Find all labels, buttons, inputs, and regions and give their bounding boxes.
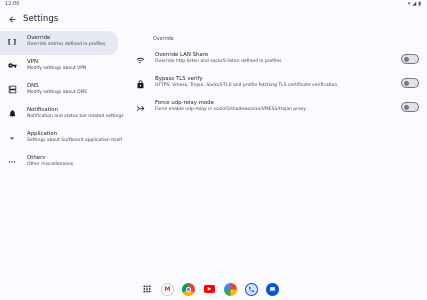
sidebar-item-title: Notification xyxy=(27,107,58,113)
sidebar-item-subtitle: Modify settings about VPN xyxy=(27,66,87,71)
bypass-tls-verify-toggle[interactable] xyxy=(401,78,419,88)
taskbar-dock: M ▶ xyxy=(140,282,279,296)
back-button[interactable] xyxy=(6,13,18,25)
wifi-icon xyxy=(135,56,145,66)
more-horizontal-icon: ··· xyxy=(8,158,16,166)
app-drawer-icon[interactable] xyxy=(140,283,153,296)
gmail-app-icon[interactable]: M xyxy=(161,282,174,296)
sidebar-item-override[interactable]: [ ] Override Override entries defined in… xyxy=(0,31,118,55)
youtube-app-icon[interactable]: ▶ xyxy=(203,283,216,296)
lock-icon xyxy=(135,80,145,90)
status-icons: ▾ ◢ ▮ xyxy=(408,1,421,7)
status-time: 12:00 xyxy=(5,1,20,7)
chrome-app-icon[interactable] xyxy=(182,282,195,296)
setting-subtitle: Override http-listen and socks5-listen d… xyxy=(155,59,282,64)
phone-app-icon[interactable] xyxy=(245,282,258,296)
toggle-knob xyxy=(404,104,409,110)
signal-icon: ◢ xyxy=(412,1,417,7)
relay-arrows-icon xyxy=(135,104,145,114)
sidebar-item-title: Application xyxy=(27,131,58,137)
setting-title: Override LAN Share xyxy=(155,52,209,58)
setting-force-udp-relay[interactable]: Force udp-relay mode Force enable udp-re… xyxy=(132,99,422,121)
brackets-icon: [ ] xyxy=(7,38,17,46)
setting-override-lan-share[interactable]: Override LAN Share Override http-listen … xyxy=(132,51,422,73)
top-app-bar: Settings xyxy=(0,10,427,28)
sidebar-item-others[interactable]: ··· Others Other miscellaneous xyxy=(0,151,118,175)
sidebar-item-title: Others xyxy=(27,155,46,161)
setting-subtitle: HTTPS, Vmess, Trojan, Socks5-TLS and pro… xyxy=(155,83,338,88)
sidebar-item-notification[interactable]: Notification Notification and status bar… xyxy=(0,103,124,127)
sidebar-item-title: VPN xyxy=(27,59,38,65)
bell-icon xyxy=(7,109,17,119)
messages-app-icon[interactable] xyxy=(266,282,279,296)
wifi-icon: ▾ xyxy=(407,1,411,7)
page-title: Settings xyxy=(23,14,59,24)
photos-app-icon[interactable] xyxy=(224,282,237,296)
sidebar-item-vpn[interactable]: VPN Modify settings about VPN xyxy=(0,55,118,79)
setting-title: Force udp-relay mode xyxy=(155,100,214,106)
section-label: Override xyxy=(153,37,174,42)
sidebar-item-subtitle: Override entries defined in profiles xyxy=(27,42,106,47)
sidebar-item-subtitle: Modify settings about DNS xyxy=(27,90,87,95)
setting-title: Bypass TLS verify xyxy=(155,76,203,82)
chrome-center xyxy=(186,286,191,292)
sidebar-item-dns[interactable]: DNS Modify settings about DNS xyxy=(0,79,118,103)
status-bar: 12:00 ▾ ◢ ▮ xyxy=(0,0,427,10)
toggle-knob xyxy=(404,80,409,86)
sidebar-item-title: DNS xyxy=(27,83,39,89)
setting-bypass-tls-verify[interactable]: Bypass TLS verify HTTPS, Vmess, Trojan, … xyxy=(132,75,422,97)
double-chevron-right-icon: » xyxy=(9,134,15,142)
sidebar-item-subtitle: Settings about Surfboard application its… xyxy=(27,138,123,143)
sidebar-item-subtitle: Other miscellaneous xyxy=(27,162,74,167)
settings-sidebar: [ ] Override Override entries defined in… xyxy=(0,31,124,175)
sidebar-item-application[interactable]: » Application Settings about Surfboard a… xyxy=(0,127,122,151)
battery-icon: ▮ xyxy=(418,1,421,7)
override-lan-share-toggle[interactable] xyxy=(401,54,419,64)
force-udp-relay-toggle[interactable] xyxy=(401,102,419,112)
youtube-play: ▶ xyxy=(204,285,215,293)
sidebar-item-subtitle: Notification and status bar related sett… xyxy=(27,114,124,119)
sidebar-item-title: Override xyxy=(27,35,51,41)
arrow-back-icon xyxy=(9,16,15,22)
key-icon xyxy=(7,61,17,71)
dns-icon xyxy=(7,85,17,95)
toggle-knob xyxy=(404,56,409,62)
setting-subtitle: Force enable udp-relay in socks5/shadows… xyxy=(155,107,306,112)
